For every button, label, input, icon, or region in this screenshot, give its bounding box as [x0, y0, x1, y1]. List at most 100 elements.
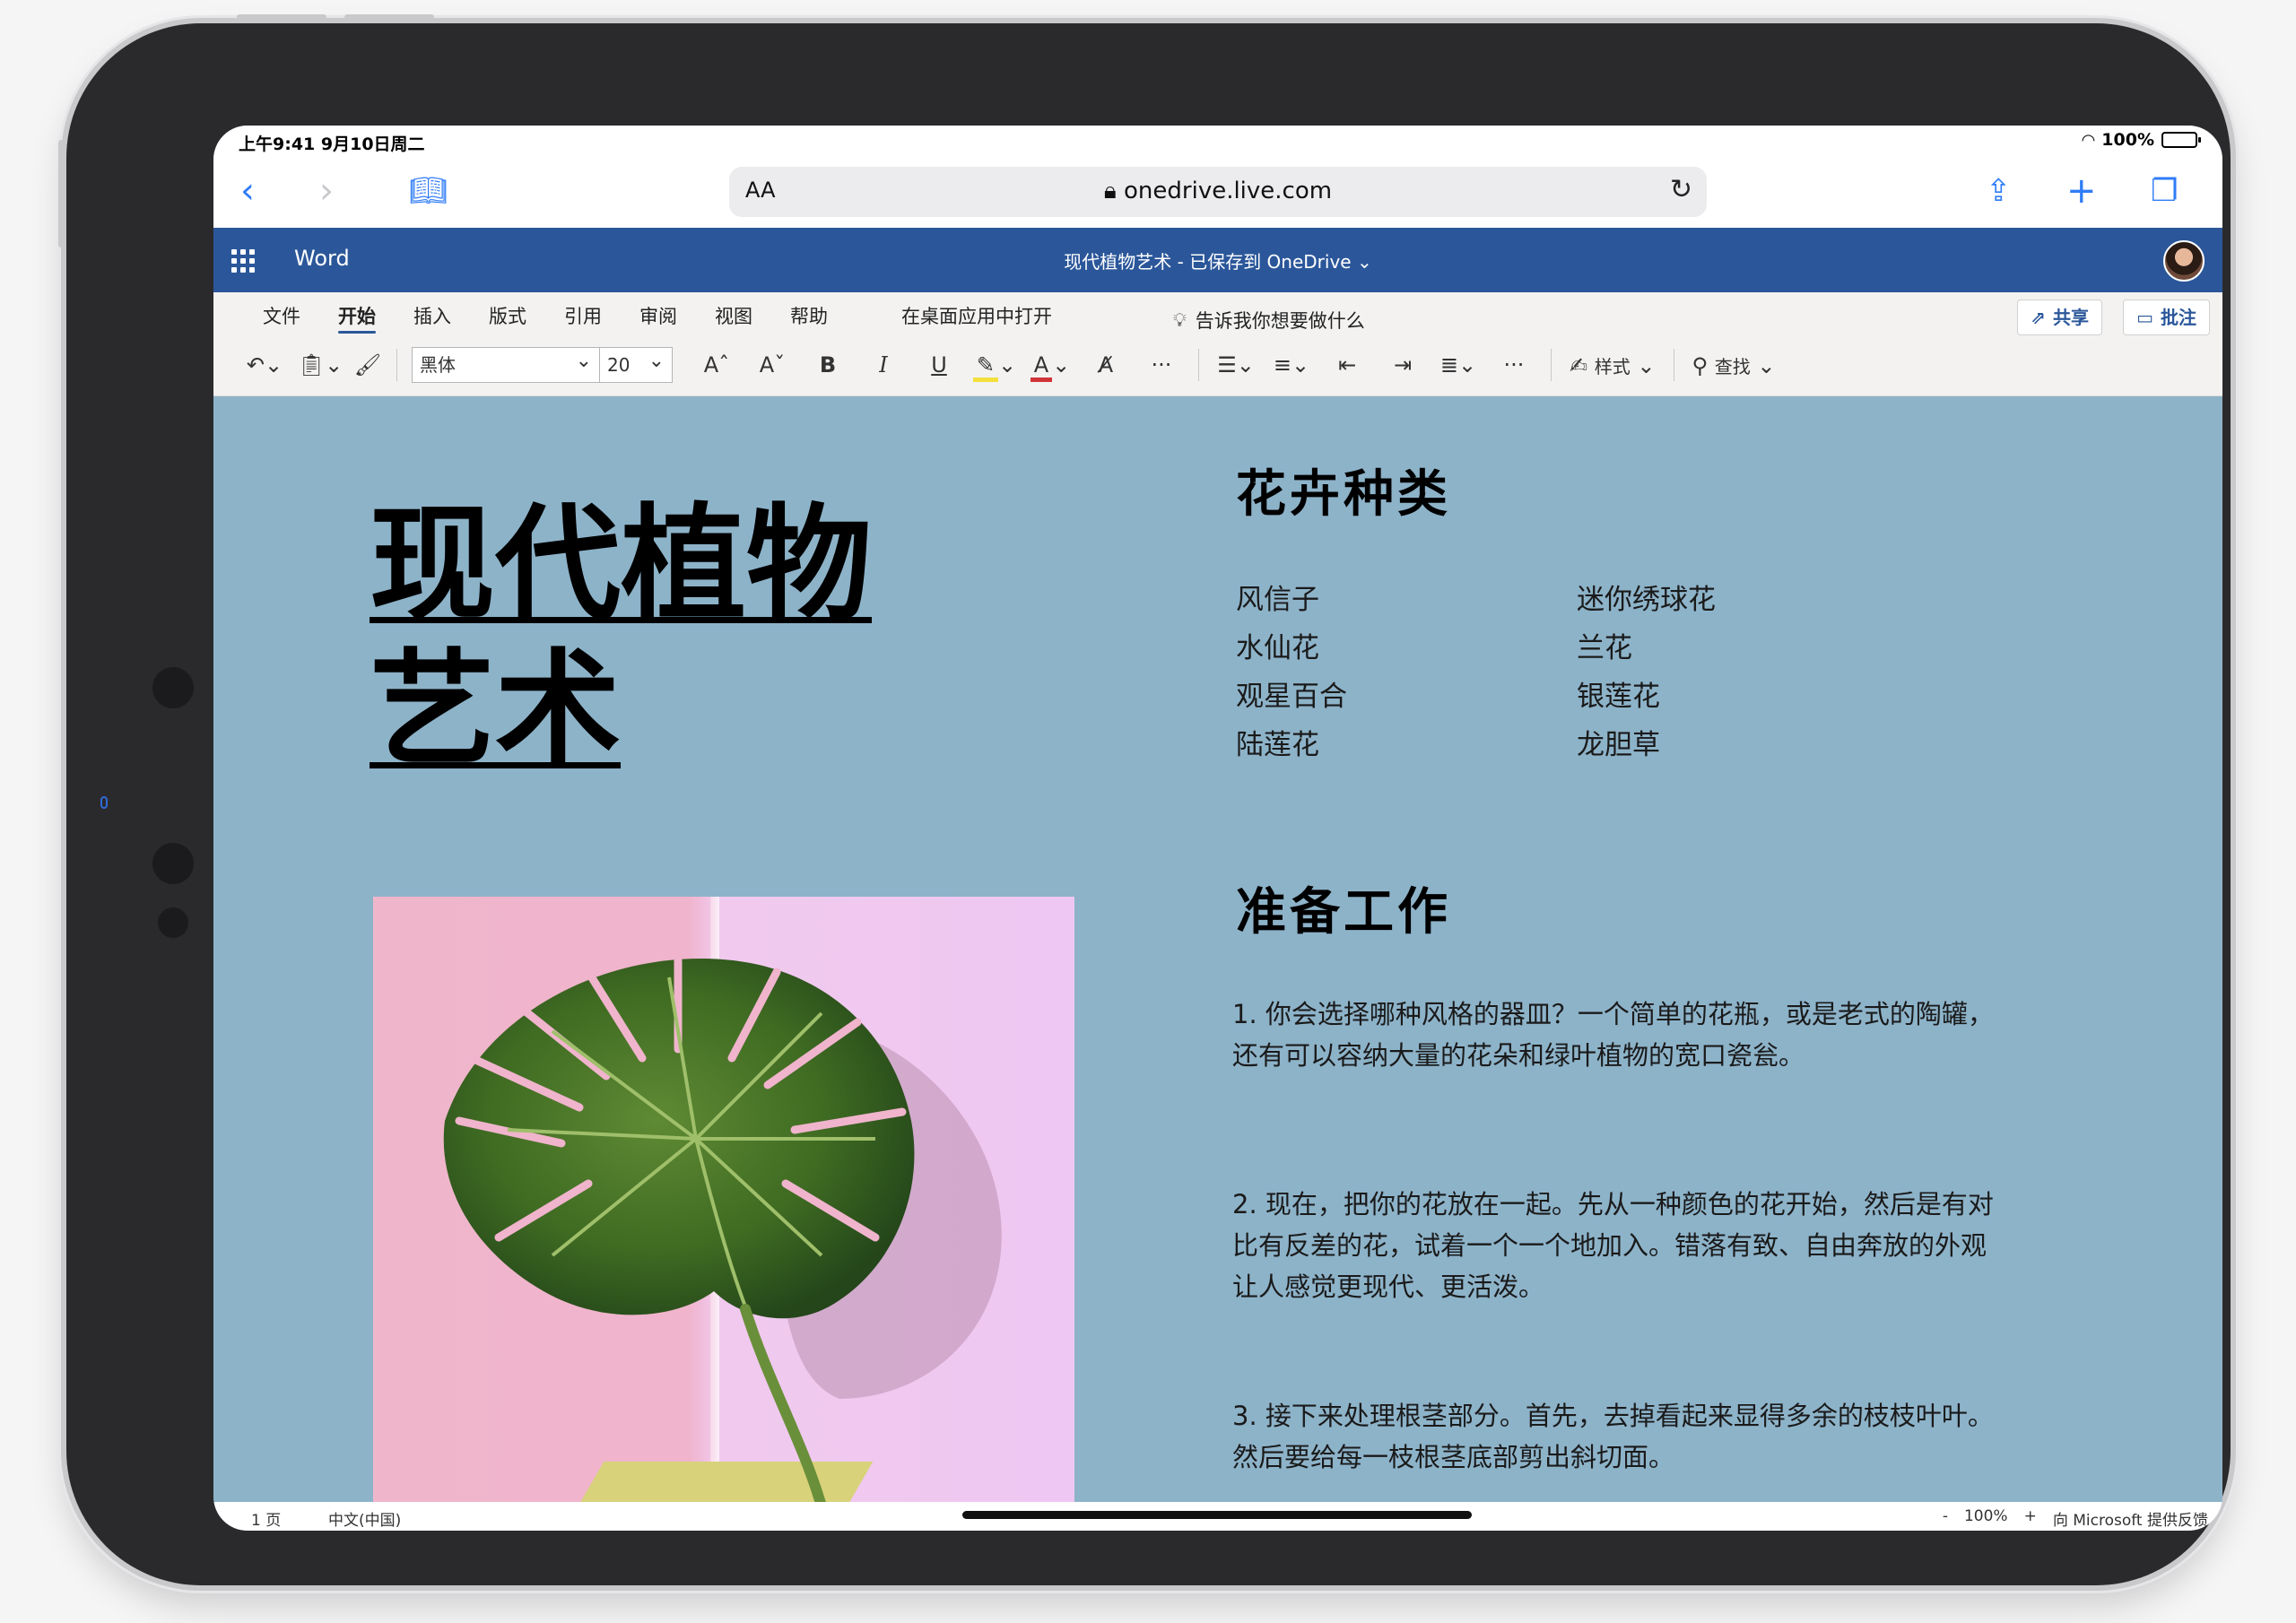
avatar[interactable] [2163, 240, 2205, 282]
back-icon[interactable]: ‹ [240, 169, 255, 213]
camera-2 [152, 843, 194, 884]
page-count: 1 页 [251, 1512, 282, 1530]
lock-icon: 🔒︎ [1103, 178, 1117, 204]
bullets-icon[interactable]: ☰⌄ [1208, 352, 1264, 378]
tabs-icon[interactable]: ❐ [2151, 169, 2178, 213]
section-heading-flowers: 花卉种类 [1236, 465, 1451, 524]
step-2: 2. 现在，把你的花放在一起。先从一种颜色的花开始，然后是有对比有反差的花，试着… [1232, 1189, 1994, 1302]
camera-3 [158, 907, 188, 938]
tab-review[interactable]: 审阅 [621, 303, 696, 334]
top-button-2 [344, 14, 434, 20]
forward-icon[interactable]: › [319, 169, 334, 213]
more-paragraph-options-icon[interactable]: ··· [1486, 352, 1542, 378]
reload-icon[interactable]: ↻ [1670, 174, 1692, 205]
comments-label: 批注 [2161, 307, 2196, 328]
styles-label: 样式 [1594, 355, 1631, 378]
list-item: 观星百合 [1236, 681, 1347, 713]
highlight-icon[interactable]: ✎ ⌄ [967, 352, 1022, 382]
toolbar-divider [1198, 349, 1199, 381]
find-label: 查找 [1714, 355, 1751, 378]
url-text: 🔒︎ onedrive.live.com [729, 178, 1707, 205]
open-in-desktop-button[interactable]: 在桌面应用中打开 [883, 303, 1071, 334]
comment-icon: ▭ [2136, 307, 2153, 328]
list-item: 风信子 [1236, 584, 1319, 616]
monstera-leaf-image[interactable] [373, 897, 1074, 1506]
styles-icon[interactable]: ✍︎ 样式 ⌄ [1561, 352, 1665, 378]
format-painter-icon[interactable]: 🖌︎ [348, 352, 387, 378]
leaf-graphic [443, 955, 1002, 1506]
bold-icon[interactable]: B [800, 352, 856, 378]
battery-icon [2161, 132, 2201, 148]
font-size-select[interactable]: 20 [599, 344, 673, 383]
share-arrow-icon: ⇗ [2031, 307, 2046, 328]
ribbon-tabs: 文件 开始 插入 版式 引用 审阅 视图 帮助 在桌面应用中打开 [244, 303, 1071, 334]
step-1: 1. 你会选择哪种风格的器皿？一个简单的花瓶，或是老式的陶罐，还有可以容纳大量的… [1232, 999, 1994, 1071]
tell-me-label: 告诉我你想要做什么 [1195, 310, 1365, 332]
feedback-link[interactable]: 向 Microsoft 提供反馈 [2053, 1507, 2208, 1530]
shrink-font-icon[interactable]: Aˇ [744, 352, 800, 378]
language-indicator[interactable]: 中文(中国) [328, 1507, 401, 1530]
font-color-icon[interactable]: A ⌄ [1022, 352, 1078, 382]
zoom-in-button[interactable]: + [2024, 1507, 2037, 1530]
safari-toolbar: ‹ › 📖︎ AA 🔒︎ onedrive.live.com ↻ ⇪ + ❐ [213, 158, 2222, 228]
address-bar[interactable]: AA 🔒︎ onedrive.live.com ↻ [729, 167, 1707, 217]
list-item: 陆莲花 [1236, 729, 1319, 761]
url-value: onedrive.live.com [1124, 178, 1333, 204]
lightbulb-icon: 💡︎ [1173, 308, 1187, 331]
side-button [58, 140, 64, 247]
list-item: 迷你绣球花 [1577, 584, 1716, 616]
ipad-frame: 上午9:41 9月10日周二 ◠ 100% ‹ › 📖︎ AA 🔒︎ onedr… [58, 14, 2231, 1585]
font-name-select[interactable]: 黑体 [412, 344, 600, 383]
decrease-indent-icon[interactable]: ⇤ [1319, 352, 1375, 378]
title-line-1: 现代植物 [370, 492, 873, 638]
share-label: 共享 [2053, 307, 2089, 328]
document-canvas[interactable]: 现代植物 艺术 花卉种类 风信子 水仙花 观星百合 陆莲花 迷你绣球花 兰花 银… [213, 396, 2222, 1506]
magnet-connector [100, 796, 108, 809]
status-bar: 上午9:41 9月10日周二 ◠ 100% [213, 126, 2222, 158]
zoom-level[interactable]: 100% [1964, 1507, 2008, 1530]
tab-insert[interactable]: 插入 [395, 303, 470, 334]
list-item: 兰花 [1577, 632, 1632, 664]
tab-references[interactable]: 引用 [545, 303, 621, 334]
clipboard-icon[interactable]: 📋︎⌄ [292, 352, 348, 378]
clear-formatting-icon[interactable]: A̸ [1078, 352, 1134, 378]
home-indicator[interactable] [962, 1511, 1472, 1519]
grow-font-icon[interactable]: Aˆ [689, 352, 744, 378]
underline-icon[interactable]: U [911, 352, 967, 378]
undo-icon[interactable]: ↶⌄ [237, 352, 292, 378]
share-icon[interactable]: ⇪ [1986, 169, 2012, 213]
tab-help[interactable]: 帮助 [771, 303, 847, 334]
battery-percent: 100% [2101, 130, 2154, 150]
screen: 上午9:41 9月10日周二 ◠ 100% ‹ › 📖︎ AA 🔒︎ onedr… [213, 126, 2222, 1531]
toolbar-divider [1551, 349, 1552, 381]
share-button[interactable]: ⇗ 共享 [2017, 299, 2102, 335]
document-status[interactable]: 现代植物艺术 - 已保存到 OneDrive ⌄ [213, 247, 2222, 273]
tab-layout[interactable]: 版式 [470, 303, 545, 334]
tab-file[interactable]: 文件 [244, 303, 319, 334]
ribbon-toolbar: ↶⌄ 📋︎⌄ 🖌︎ 黑体 20 Aˆ Aˇ B I U ✎⌄ A⌄ A̸ ···… [237, 344, 1784, 386]
flower-list-col2: 迷你绣球花 兰花 银莲花 龙胆草 [1577, 576, 1716, 769]
numbering-icon[interactable]: ≡⌄ [1264, 352, 1319, 378]
tab-home[interactable]: 开始 [319, 303, 395, 334]
increase-indent-icon[interactable]: ⇥ [1375, 352, 1431, 378]
zoom-out-button[interactable]: - [1943, 1507, 1948, 1530]
top-button-1 [237, 14, 326, 20]
italic-icon[interactable]: I [856, 352, 911, 378]
status-time: 上午9:41 9月10日周二 [239, 135, 425, 154]
ribbon: 文件 开始 插入 版式 引用 审阅 视图 帮助 在桌面应用中打开 💡︎ 告诉我你… [213, 292, 2222, 396]
tell-me-search[interactable]: 💡︎ 告诉我你想要做什么 [1173, 307, 1365, 334]
bookmarks-icon[interactable]: 📖︎ [409, 169, 448, 213]
camera-1 [152, 667, 194, 708]
more-font-options-icon[interactable]: ··· [1134, 352, 1189, 378]
word-title-bar: Word 现代植物艺术 - 已保存到 OneDrive ⌄ [213, 228, 2222, 292]
align-icon[interactable]: ≣⌄ [1431, 352, 1486, 378]
find-icon[interactable]: ⚲ 查找 ⌄ [1683, 352, 1785, 378]
comments-button[interactable]: ▭ 批注 [2123, 299, 2210, 335]
tab-view[interactable]: 视图 [696, 303, 771, 334]
status-bar-right: - 100% + 向 Microsoft 提供反馈 [1943, 1507, 2208, 1530]
new-tab-icon[interactable]: + [2066, 169, 2097, 213]
list-item: 银莲花 [1577, 681, 1660, 713]
toolbar-divider [396, 349, 397, 381]
status-right: ◠ 100% [2082, 130, 2201, 150]
wifi-icon: ◠ [2082, 130, 2095, 150]
